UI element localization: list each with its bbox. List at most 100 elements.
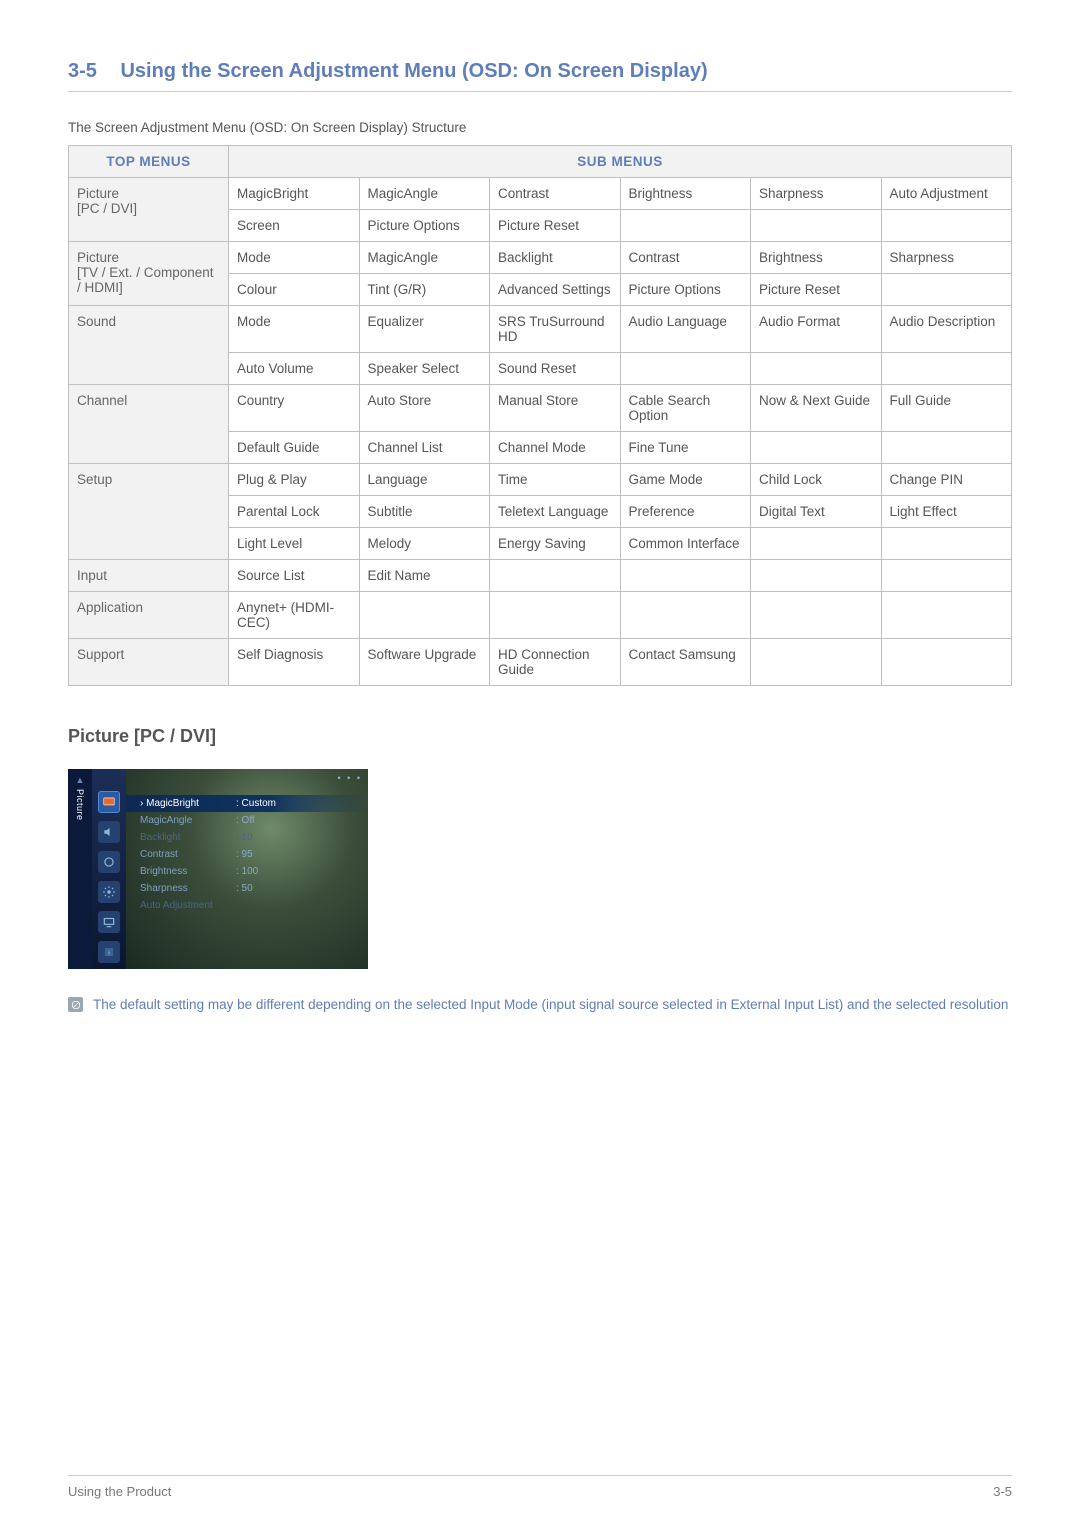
sub-menu-cell: Contact Samsung [620,639,751,686]
sub-menu-cell [881,528,1012,560]
sub-menu-cell [751,560,882,592]
sub-menu-cell: Audio Language [620,306,751,353]
table-row: ChannelCountryAuto StoreManual StoreCabl… [69,385,1012,432]
sub-menu-cell: MagicAngle [359,178,490,210]
sub-menu-cell: Preference [620,496,751,528]
table-row: SupportSelf DiagnosisSoftware UpgradeHD … [69,639,1012,686]
channel-icon [98,851,120,873]
sub-menu-cell: Sound Reset [490,353,621,385]
note-icon [68,997,83,1012]
section-title: 3-5 Using the Screen Adjustment Menu (OS… [68,60,1012,92]
osd-body: • • • MagicBright: CustomMagicAngle: Off… [126,769,368,969]
sub-menu-cell [751,528,882,560]
osd-menu-item: Contrast: 95 [126,846,368,863]
top-menu-cell: Picture [TV / Ext. / Component / HDMI] [69,242,229,306]
top-menu-cell: Input [69,560,229,592]
sub-menu-cell: Picture Reset [751,274,882,306]
sub-menu-cell [881,560,1012,592]
osd-item-value: : Custom [236,798,276,809]
sub-menu-cell: Auto Volume [229,353,360,385]
osd-item-label: Brightness [140,866,236,877]
sub-menu-cell: Tint (G/R) [359,274,490,306]
sub-menu-cell: Colour [229,274,360,306]
osd-menu-item: MagicAngle: Off [126,812,368,829]
sub-menu-cell: Software Upgrade [359,639,490,686]
osd-item-label: Sharpness [140,883,236,894]
osd-item-value: : 50 [236,883,253,894]
sub-menu-cell: Parental Lock [229,496,360,528]
sub-menu-cell: MagicBright [229,178,360,210]
sub-menu-cell: Contrast [490,178,621,210]
sub-menu-cell [620,210,751,242]
sub-menu-cell [620,353,751,385]
sub-menu-cell [620,592,751,639]
sub-menu-cell: Cable Search Option [620,385,751,432]
sub-menu-cell [881,432,1012,464]
sub-menu-cell: Language [359,464,490,496]
sub-menu-cell: Sharpness [881,242,1012,274]
note: The default setting may be different dep… [68,995,1012,1015]
sub-menu-cell: Picture Reset [490,210,621,242]
top-menu-cell: Support [69,639,229,686]
osd-menu-item: Sharpness: 50 [126,880,368,897]
osd-item-label: MagicAngle [140,815,236,826]
sub-menu-cell [751,592,882,639]
sub-menu-cell: Common Interface [620,528,751,560]
sub-menu-cell: HD Connection Guide [490,639,621,686]
sub-menu-cell [751,432,882,464]
sub-menu-cell: Melody [359,528,490,560]
sub-menu-cell [881,353,1012,385]
note-text: The default setting may be different dep… [93,995,1008,1015]
sub-menu-cell: MagicAngle [359,242,490,274]
sub-menu-cell: Source List [229,560,360,592]
sub-menu-cell: Teletext Language [490,496,621,528]
svg-text:i: i [108,950,109,956]
osd-structure-table: TOP MENUS SUB MENUS Picture [PC / DVI]Ma… [68,145,1012,686]
footer-right: 3-5 [993,1484,1012,1499]
picture-icon [98,791,120,813]
sub-menu-cell: Light Level [229,528,360,560]
osd-item-label: MagicBright [140,798,236,809]
table-row: Picture [TV / Ext. / Component / HDMI]Mo… [69,242,1012,274]
sub-menu-cell: Backlight [490,242,621,274]
osd-sidebar: ▲ Picture [68,769,92,969]
sub-menu-cell: Child Lock [751,464,882,496]
table-row: ApplicationAnynet+ (HDMI-CEC) [69,592,1012,639]
top-menu-cell: Channel [69,385,229,464]
sub-menu-cell: Channel List [359,432,490,464]
sub-menu-cell [751,210,882,242]
sub-menu-cell: Light Effect [881,496,1012,528]
sub-menu-cell [620,560,751,592]
sub-menu-cell [881,639,1012,686]
top-menu-cell: Setup [69,464,229,560]
sub-menu-cell: Digital Text [751,496,882,528]
sub-menu-cell: Change PIN [881,464,1012,496]
sub-menu-cell [881,592,1012,639]
sub-menu-cell: Plug & Play [229,464,360,496]
osd-item-value: : 100 [236,866,258,877]
table-row: InputSource ListEdit Name [69,560,1012,592]
intro-text: The Screen Adjustment Menu (OSD: On Scre… [68,120,1012,135]
osd-sidebar-label: Picture [75,789,85,821]
footer-left: Using the Product [68,1484,171,1499]
sub-menu-cell: Time [490,464,621,496]
top-menu-cell: Sound [69,306,229,385]
sub-menu-cell: Equalizer [359,306,490,353]
osd-icon-strip: i [92,769,126,969]
table-row: SetupPlug & PlayLanguageTimeGame ModeChi… [69,464,1012,496]
sub-menu-cell: Now & Next Guide [751,385,882,432]
sub-menu-cell: Self Diagnosis [229,639,360,686]
sub-menu-cell: Brightness [751,242,882,274]
sub-menu-cell: Auto Store [359,385,490,432]
osd-menu-item: MagicBright: Custom [126,795,368,812]
sub-menu-cell: Manual Store [490,385,621,432]
sub-menu-cell: Game Mode [620,464,751,496]
sub-menu-cell: Mode [229,306,360,353]
sub-menu-cell: Advanced Settings [490,274,621,306]
table-row: SoundModeEqualizerSRS TruSurround HDAudi… [69,306,1012,353]
osd-item-value: : 10 [236,832,253,843]
sub-menu-cell: Full Guide [881,385,1012,432]
top-menu-cell: Application [69,592,229,639]
osd-item-value: : 95 [236,849,253,860]
osd-sidebar-up-icon: ▲ [76,775,85,785]
